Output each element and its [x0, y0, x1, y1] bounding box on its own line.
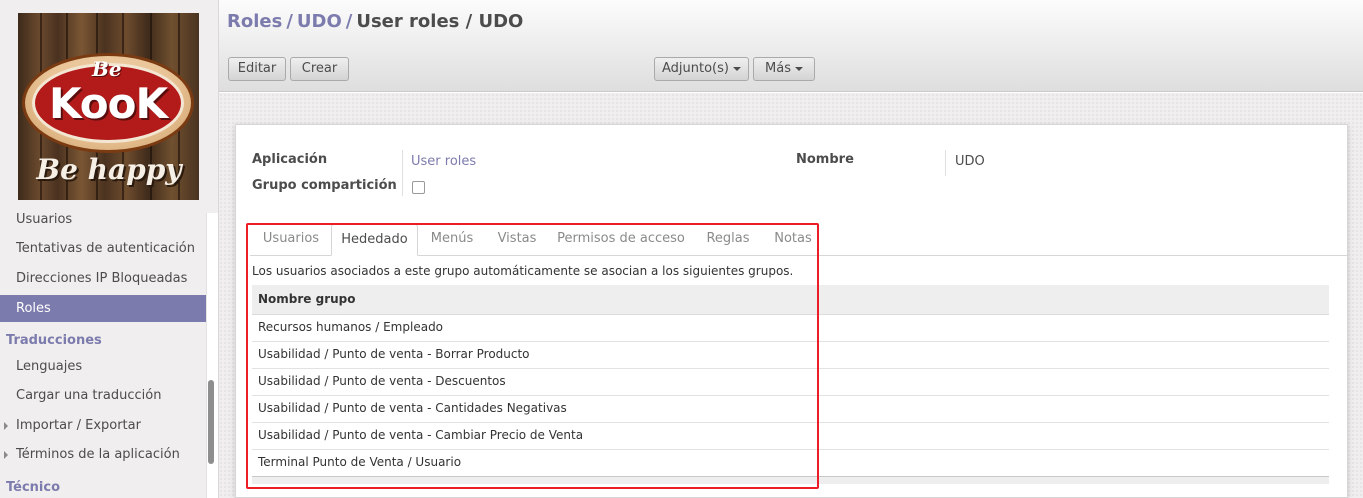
caret-down-icon: [794, 66, 803, 71]
breadcrumb-separator: /: [345, 11, 353, 32]
company-logo[interactable]: Be KooK Be happy: [18, 13, 199, 200]
logo-tagline: Be happy: [36, 153, 182, 186]
sidebar-item-tentativas[interactable]: Tentativas de autenticación: [0, 235, 206, 262]
sidebar-section-traducciones: Traducciones: [6, 333, 102, 348]
share-group-label: Grupo compartición: [252, 178, 397, 193]
create-button[interactable]: Crear: [290, 57, 349, 81]
tab-notas[interactable]: Notas: [767, 224, 819, 256]
table-cell: Usabilidad / Punto de venta - Cambiar Pr…: [258, 428, 584, 442]
table-header: Nombre grupo: [252, 285, 1329, 315]
sidebar-item-ip-bloqueadas[interactable]: Direcciones IP Bloqueadas: [0, 265, 206, 292]
control-panel: Roles / UDO / User roles / UDO Editar Crear …: [219, 0, 1363, 92]
logo-text-main: KooK: [48, 79, 168, 128]
table-row[interactable]: Recursos humanos / Empleado: [252, 315, 1329, 342]
sidebar-section-tecnico: Técnico: [6, 480, 61, 495]
table-cell: Usabilidad / Punto de venta - Cantidades…: [258, 401, 567, 415]
table-row[interactable]: Usabilidad / Punto de venta - Cantidades…: [252, 396, 1329, 423]
logo-text-top: Be: [92, 57, 122, 81]
inherited-description: Los usuarios asociados a este grupo auto…: [252, 264, 794, 278]
more-label: Más: [765, 61, 791, 76]
tab-usuarios[interactable]: Usuarios: [255, 224, 327, 256]
share-group-checkbox[interactable]: [412, 181, 425, 194]
name-value: UDO: [955, 154, 985, 169]
tab-menus[interactable]: Menús: [422, 224, 482, 256]
table-cell: Usabilidad / Punto de venta - Descuentos: [258, 374, 506, 388]
sidebar-item-lenguajes[interactable]: Lenguajes: [0, 353, 206, 380]
breadcrumb-separator: /: [286, 11, 293, 32]
breadcrumb-roles[interactable]: Roles: [227, 11, 282, 32]
caret-down-icon: [732, 66, 741, 71]
sidebar-item-label: Cargar una traducción: [16, 388, 162, 403]
sidebar-item-label: Tentativas de autenticación: [16, 241, 196, 256]
sidebar-item-label: Importar / Exportar: [16, 418, 141, 433]
sidebar-item-importar-exportar[interactable]: Importar / Exportar: [0, 412, 206, 439]
table-cell: Usabilidad / Punto de venta - Borrar Pro…: [258, 347, 530, 361]
breadcrumb-udo[interactable]: UDO: [297, 11, 342, 32]
edit-button[interactable]: Editar: [228, 57, 286, 81]
sidebar-item-label: Usuarios: [16, 212, 73, 227]
table-row[interactable]: Terminal Punto de Venta / Usuario: [252, 450, 1329, 477]
sidebar-item-label: Roles: [16, 301, 51, 316]
field-divider: [945, 150, 946, 176]
table-footer: [252, 476, 1329, 484]
page-title: User roles / UDO: [356, 11, 524, 32]
table-row[interactable]: Usabilidad / Punto de venta - Descuentos: [252, 369, 1329, 396]
tab-permisos-acceso[interactable]: Permisos de acceso: [554, 224, 688, 256]
table-row[interactable]: Usabilidad / Punto de venta - Borrar Pro…: [252, 342, 1329, 369]
tab-heredado[interactable]: Hededado: [331, 224, 418, 256]
sidebar-item-label: Términos de la aplicación: [16, 447, 180, 462]
application-value[interactable]: User roles: [411, 154, 476, 169]
expand-caret-icon: [4, 422, 8, 430]
sidebar-item-cargar-traduccion[interactable]: Cargar una traducción: [0, 382, 206, 409]
expand-caret-icon: [4, 451, 8, 459]
column-header-nombre-grupo[interactable]: Nombre grupo: [258, 292, 356, 306]
sidebar-item-roles[interactable]: Roles: [0, 295, 206, 322]
attachments-dropdown[interactable]: Adjunto(s): [654, 57, 749, 81]
sidebar-item-label: Lenguajes: [16, 359, 83, 374]
sidebar-item-usuarios[interactable]: Usuarios: [0, 206, 206, 233]
more-dropdown[interactable]: Más: [753, 57, 815, 81]
attachments-label: Adjunto(s): [662, 61, 729, 76]
sidebar: Be KooK Be happy Usuarios Tentativas de …: [0, 0, 219, 498]
field-divider: [402, 150, 403, 196]
application-label: Aplicación: [252, 152, 328, 167]
table-cell: Recursos humanos / Empleado: [258, 320, 444, 334]
table-row[interactable]: Usabilidad / Punto de venta - Cambiar Pr…: [252, 423, 1329, 450]
table-cell: Terminal Punto de Venta / Usuario: [258, 455, 462, 469]
sidebar-scrollbar-thumb[interactable]: [208, 380, 214, 464]
sidebar-item-label: Direcciones IP Bloqueadas: [16, 271, 188, 286]
breadcrumb: Roles / UDO / User roles / UDO: [227, 11, 523, 32]
sidebar-item-terminos[interactable]: Términos de la aplicación: [0, 441, 206, 468]
tab-vistas[interactable]: Vistas: [489, 224, 545, 256]
name-label: Nombre: [796, 152, 854, 167]
tab-reglas[interactable]: Reglas: [698, 224, 758, 256]
